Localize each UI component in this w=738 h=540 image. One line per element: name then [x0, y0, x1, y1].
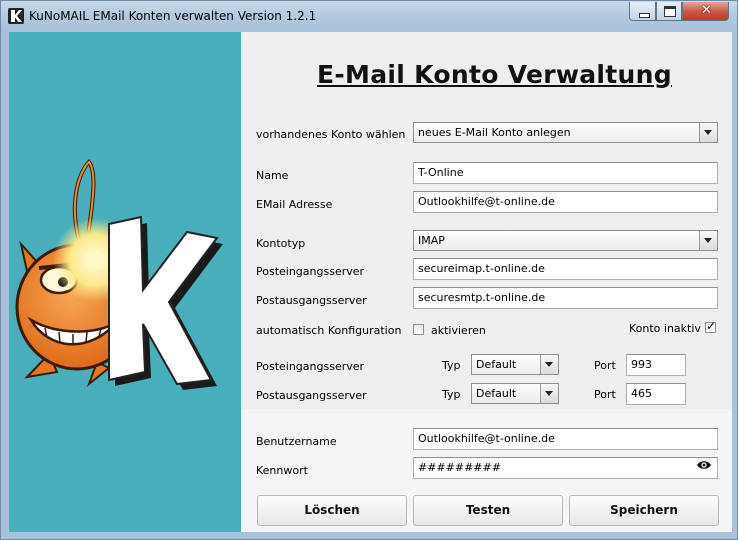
chevron-down-icon[interactable]	[699, 123, 717, 142]
maximize-button[interactable]	[656, 2, 682, 21]
incoming-type-label: Typ	[442, 359, 461, 372]
chevron-down-icon[interactable]	[540, 355, 558, 374]
chevron-down-icon[interactable]	[540, 384, 558, 403]
username-label: Benutzername	[256, 435, 337, 448]
test-button[interactable]: Testen	[413, 495, 563, 526]
incoming-server-label: Posteingangsserver	[256, 265, 365, 278]
outgoing-type-label: Typ	[442, 388, 461, 401]
kontotyp-select[interactable]: IMAP	[413, 230, 718, 251]
account-form-panel: E-Mail Konto Verwaltung vorhandenes Kont…	[241, 32, 732, 532]
outgoing-type-select[interactable]: Default	[471, 383, 559, 404]
email-label: EMail Adresse	[256, 198, 333, 211]
inactive-label: Konto inaktiv	[629, 322, 701, 335]
minimize-button[interactable]	[629, 2, 656, 21]
account-select[interactable]: neues E-Mail Konto anlegen	[413, 122, 718, 143]
name-label: Name	[256, 169, 289, 182]
kunomail-k-icon	[8, 8, 24, 24]
minimize-icon	[639, 13, 650, 18]
eye-icon[interactable]	[696, 460, 712, 470]
kontotyp-label: Kontotyp	[256, 237, 306, 250]
email-field[interactable]: Outlookhilfe@t-online.de	[413, 191, 718, 213]
outgoing-server-label: Postausgangsserver	[256, 294, 367, 307]
delete-button[interactable]: Löschen	[257, 495, 407, 526]
auto-config-checkbox-label: aktivieren	[431, 324, 486, 337]
inactive-checkbox[interactable]	[705, 319, 716, 333]
account-select-label: vorhandenes Konto wählen	[256, 128, 406, 141]
password-label: Kennwort	[256, 464, 308, 477]
page-title: E-Mail Konto Verwaltung	[317, 60, 672, 89]
password-field[interactable]: #########	[413, 457, 718, 479]
maximize-icon	[664, 6, 676, 17]
incoming-server-field[interactable]: secureimap.t-online.de	[413, 258, 718, 280]
application-window: KuNoMAIL EMail Konten verwalten Version …	[0, 0, 738, 540]
incoming-type-value: Default	[476, 358, 517, 371]
title-bar[interactable]: KuNoMAIL EMail Konten verwalten Version …	[1, 1, 737, 31]
close-icon: ✕	[701, 3, 712, 18]
window-title: KuNoMAIL EMail Konten verwalten Version …	[29, 9, 317, 23]
incoming-port-label: Port	[594, 359, 616, 372]
outgoing-port-field[interactable]: 465	[626, 383, 686, 405]
anglerfish-mascot-logo	[15, 159, 223, 390]
save-button[interactable]: Speichern	[569, 495, 719, 526]
outgoing-port-label: Port	[594, 388, 616, 401]
outgoing-server-field[interactable]: securesmtp.t-online.de	[413, 287, 718, 309]
incoming-type-select[interactable]: Default	[471, 354, 559, 375]
auto-config-label: automatisch Konfiguration	[256, 324, 402, 337]
username-field[interactable]: Outlookhilfe@t-online.de	[413, 428, 718, 450]
outgoing-type-value: Default	[476, 387, 517, 400]
sidebar-logo-panel	[9, 32, 241, 532]
auto-config-checkbox[interactable]	[413, 324, 424, 335]
chevron-down-icon[interactable]	[699, 231, 717, 250]
incoming-settings-label: Posteingangsserver	[256, 360, 365, 373]
outgoing-settings-label: Postausgangsserver	[256, 389, 367, 402]
name-field[interactable]: T-Online	[413, 162, 718, 184]
close-button[interactable]: ✕	[682, 2, 729, 21]
account-select-value: neues E-Mail Konto anlegen	[418, 126, 571, 139]
incoming-port-field[interactable]: 993	[626, 354, 686, 376]
kontotyp-value: IMAP	[418, 234, 445, 247]
